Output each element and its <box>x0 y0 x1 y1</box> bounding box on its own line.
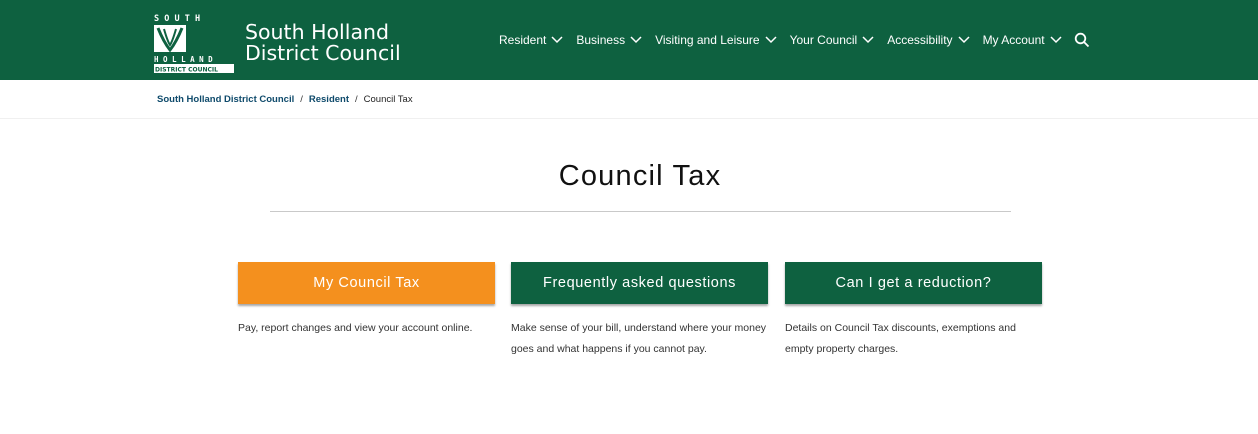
nav-label: My Account <box>982 33 1045 47</box>
breadcrumb-separator: / <box>355 94 358 105</box>
reduction-button[interactable]: Can I get a reduction? <box>785 262 1042 304</box>
faq-description: Make sense of your bill, understand wher… <box>511 322 767 355</box>
search-icon[interactable] <box>1074 32 1090 48</box>
chevron-down-icon <box>765 36 777 44</box>
nav-item-accessibility[interactable]: Accessibility <box>887 33 970 47</box>
nav-item-resident[interactable]: Resident <box>499 33 563 47</box>
chevron-down-icon <box>630 36 642 44</box>
chevron-down-icon <box>551 36 563 44</box>
page-title: Council Tax <box>558 160 722 192</box>
breadcrumb-current: Council Tax <box>363 94 413 105</box>
nav-label: Resident <box>499 33 547 47</box>
nav-label: Your Council <box>789 33 858 47</box>
my-council-tax-description: Pay, report changes and view your accoun… <box>238 322 473 334</box>
nav-label: Accessibility <box>887 33 953 47</box>
breadcrumb-divider <box>0 118 1258 119</box>
logo-text: South Holland District Council <box>245 22 401 64</box>
reduction-description: Details on Council Tax discounts, exempt… <box>785 322 1016 355</box>
nav-label: Visiting and Leisure <box>655 33 760 47</box>
main-nav: Resident Business Visiting and Leisure Y… <box>499 0 1090 80</box>
site-header: S O U T H H O L L A N D DISTRICT COUNCIL… <box>0 0 1258 80</box>
chevron-down-icon <box>1050 36 1062 44</box>
council-crest-icon: S O U T H H O L L A N D DISTRICT COUNCIL <box>154 14 234 74</box>
my-council-tax-button[interactable]: My Council Tax <box>238 262 495 304</box>
nav-item-business[interactable]: Business <box>576 33 642 47</box>
council-logo[interactable]: S O U T H H O L L A N D DISTRICT COUNCIL… <box>153 12 409 76</box>
nav-item-your-council[interactable]: Your Council <box>790 33 875 47</box>
svg-text:S O U T H: S O U T H <box>154 14 200 24</box>
breadcrumb: South Holland District Council / Resident /… <box>157 94 413 105</box>
nav-item-visiting-and-leisure[interactable]: Visiting and Leisure <box>655 33 777 47</box>
chevron-down-icon <box>958 36 970 44</box>
logo-line2: District Council <box>245 41 401 65</box>
logo-line1: South Holland <box>245 20 390 44</box>
nav-item-my-account[interactable]: My Account <box>983 33 1062 47</box>
faq-button[interactable]: Frequently asked questions <box>511 262 768 304</box>
chevron-down-icon <box>862 36 874 44</box>
breadcrumb-home-link[interactable]: South Holland District Council <box>157 94 294 105</box>
title-divider <box>270 211 1011 212</box>
svg-text:DISTRICT COUNCIL: DISTRICT COUNCIL <box>155 67 218 74</box>
breadcrumb-resident-link[interactable]: Resident <box>309 94 349 105</box>
nav-label: Business <box>576 33 626 47</box>
svg-text:H O L L A N D: H O L L A N D <box>154 55 213 64</box>
breadcrumb-separator: / <box>300 94 303 105</box>
